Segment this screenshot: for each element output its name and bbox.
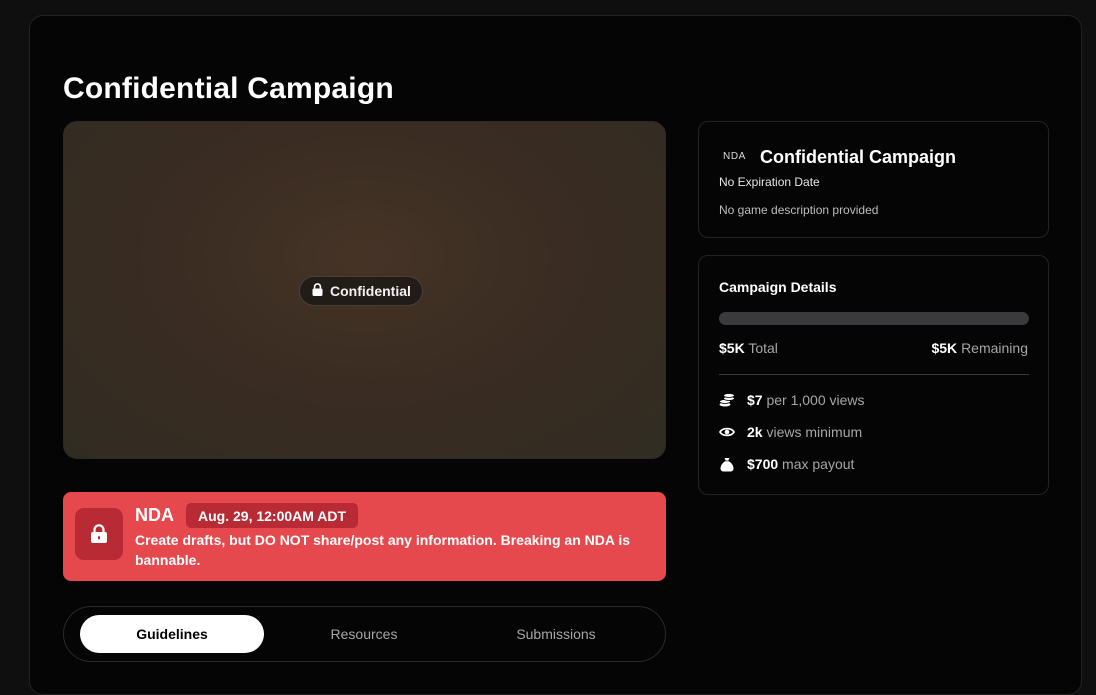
stat-min-views-label: views minimum [766,424,863,440]
tab-guidelines[interactable]: Guidelines [80,615,264,653]
details-divider [719,374,1029,375]
stat-cpm: $7 per 1,000 views [719,392,865,408]
campaign-details-card: Campaign Details $5K Total $5K Remaining… [698,255,1049,495]
coins-icon [719,392,735,408]
stat-cpm-label: per 1,000 views [766,392,865,408]
nda-date-badge: Aug. 29, 12:00AM ADT [186,503,359,528]
eye-icon [719,424,735,440]
stat-min-views-value: 2k [747,424,763,440]
campaign-page: Confidential Campaign Confidential NDA A… [29,15,1082,695]
budget-total-amount: $5K [719,340,745,356]
page-title: Confidential Campaign [63,72,394,105]
confidential-badge-label: Confidential [330,283,411,299]
campaign-info-card: NDA Confidential Campaign No Expiration … [698,121,1049,238]
stat-min-views: 2k views minimum [719,424,862,440]
nda-lock-icon [75,508,123,560]
stat-max-payout: $700 max payout [719,456,854,472]
budget-remaining-amount: $5K [931,340,958,356]
campaign-title: Confidential Campaign [760,147,957,167]
tab-resources[interactable]: Resources [272,615,456,653]
confidential-badge: Confidential [299,276,423,306]
campaign-tabs: Guidelines Resources Submissions [63,606,666,662]
expiration-text: No Expiration Date [719,175,820,189]
stat-max-payout-label: max payout [782,456,855,472]
campaign-hero-image: Confidential [63,121,666,459]
lock-icon [312,283,323,299]
campaign-description: No game description provided [719,203,879,217]
money-bag-icon [719,456,735,472]
nda-title: NDA [135,505,174,525]
stat-cpm-value: $7 [747,392,763,408]
tab-submissions[interactable]: Submissions [464,615,648,653]
budget-total-label: Total [748,340,778,356]
nda-message: Create drafts, but DO NOT share/post any… [135,532,631,568]
budget-progress-bar [719,312,1029,325]
stat-max-payout-value: $700 [747,456,779,472]
campaign-logo: NDA [723,151,746,162]
nda-banner: NDA Aug. 29, 12:00AM ADT Create drafts, … [63,492,666,581]
budget-remaining-label: Remaining [961,340,1028,356]
budget-remaining: $5K Remaining [931,340,1028,356]
details-title: Campaign Details [719,279,837,295]
budget-total: $5K Total [719,340,778,356]
